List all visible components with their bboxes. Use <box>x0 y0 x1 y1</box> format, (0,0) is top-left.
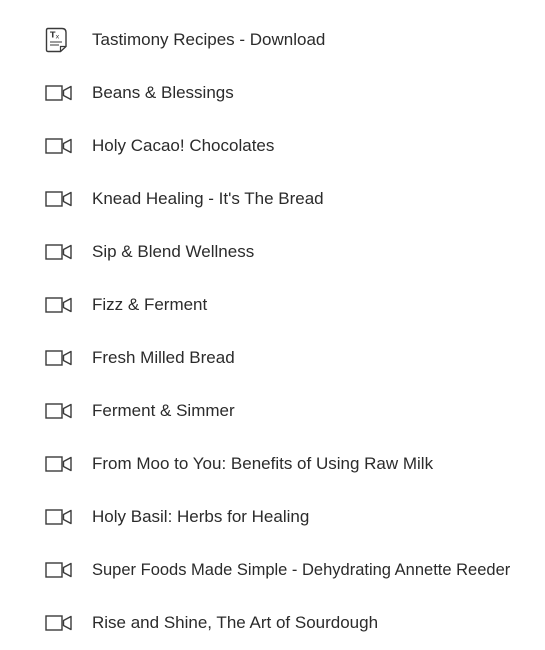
lesson-title[interactable]: Fresh Milled Bread <box>92 346 235 370</box>
video-icon <box>45 611 75 635</box>
lesson-title[interactable]: Super Foods Made Simple - Dehydrating An… <box>92 558 510 582</box>
video-icon <box>45 505 75 529</box>
lesson-item[interactable]: Ferment & Simmer <box>0 384 545 437</box>
lesson-title[interactable]: Rise and Shine, The Art of Sourdough <box>92 611 378 635</box>
lesson-title[interactable]: Holy Cacao! Chocolates <box>92 134 274 158</box>
lesson-title[interactable]: Holy Basil: Herbs for Healing <box>92 505 309 529</box>
lesson-item[interactable]: Rise and Shine, The Art of Sourdough <box>0 596 545 649</box>
lesson-item[interactable]: Knead Healing - It's The Bread <box>0 172 545 225</box>
video-icon <box>45 240 75 264</box>
lesson-title[interactable]: Sip & Blend Wellness <box>92 240 254 264</box>
video-icon <box>45 346 75 370</box>
lesson-title[interactable]: Tastimony Recipes - Download <box>92 28 325 52</box>
lesson-title[interactable]: Knead Healing - It's The Bread <box>92 187 324 211</box>
lesson-list: T x Tastimony Recipes - Download Beans &… <box>0 0 545 650</box>
lesson-item[interactable]: T x Tastimony Recipes - Download <box>0 13 545 66</box>
video-icon <box>45 134 75 158</box>
video-icon <box>45 452 75 476</box>
lesson-item[interactable]: Sip & Blend Wellness <box>0 225 545 278</box>
lesson-title[interactable]: Ferment & Simmer <box>92 399 235 423</box>
lesson-item[interactable]: Holy Cacao! Chocolates <box>0 119 545 172</box>
lesson-title[interactable]: From Moo to You: Benefits of Using Raw M… <box>92 452 433 476</box>
video-icon <box>45 399 75 423</box>
svg-text:x: x <box>56 32 60 40</box>
lesson-item[interactable]: Fresh Milled Bread <box>0 331 545 384</box>
video-icon <box>45 187 75 211</box>
lesson-title[interactable]: Fizz & Ferment <box>92 293 207 317</box>
document-icon: T x <box>45 27 75 52</box>
lesson-title[interactable]: Beans & Blessings <box>92 81 234 105</box>
video-icon <box>45 81 75 105</box>
video-icon <box>45 293 75 317</box>
video-icon <box>45 558 75 582</box>
lesson-item[interactable]: Super Foods Made Simple - Dehydrating An… <box>0 543 545 596</box>
lesson-item[interactable]: Fizz & Ferment <box>0 278 545 331</box>
lesson-item[interactable]: From Moo to You: Benefits of Using Raw M… <box>0 437 545 490</box>
lesson-item[interactable]: Holy Basil: Herbs for Healing <box>0 490 545 543</box>
lesson-item[interactable]: Beans & Blessings <box>0 66 545 119</box>
